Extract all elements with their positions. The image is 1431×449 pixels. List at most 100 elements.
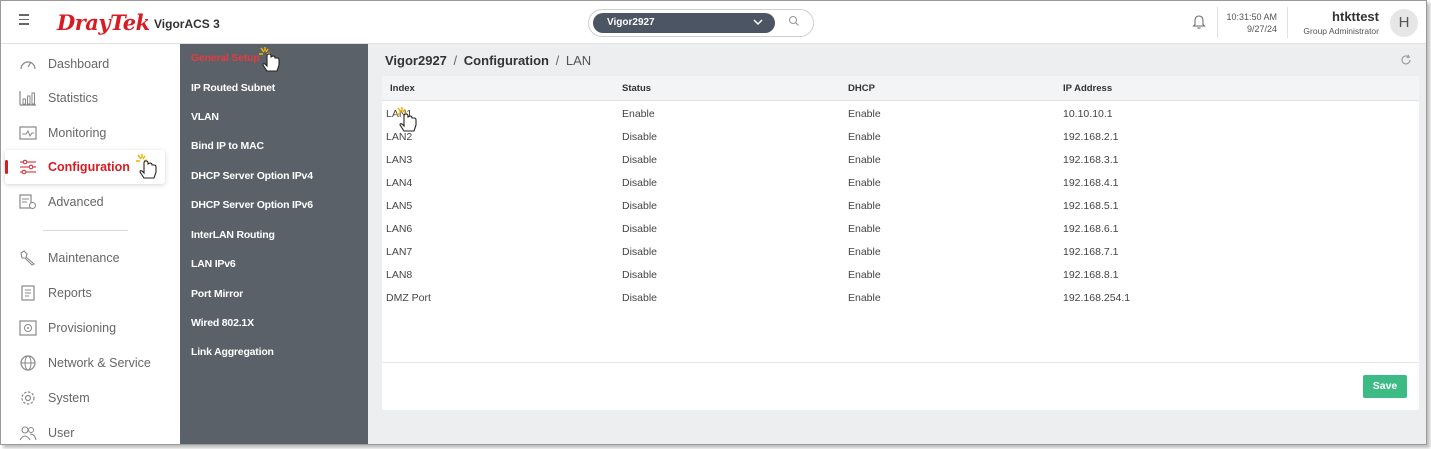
brand-logo: DrayTek — [57, 10, 150, 35]
table-row[interactable]: LAN8 Disable Enable 192.168.8.1 — [382, 264, 1419, 287]
device-selector[interactable]: Vigor2927 — [593, 13, 775, 33]
sidebar-item-dashboard[interactable]: Dashboard — [5, 47, 165, 81]
submenu-item-dhcp-option-ipv6[interactable]: DHCP Server Option IPv6 — [191, 199, 313, 211]
cell-index[interactable]: LAN7 — [386, 246, 412, 258]
cell-dhcp: Enable — [848, 108, 881, 120]
cell-status: Disable — [622, 131, 658, 143]
submenu-item-dhcp-option-ipv4[interactable]: DHCP Server Option IPv4 — [191, 170, 313, 182]
cell-index[interactable]: LAN3 — [386, 154, 412, 166]
cell-index[interactable]: LAN6 — [386, 223, 412, 235]
pointer-cursor-icon — [396, 107, 417, 132]
submenu-item-vlan[interactable]: VLAN — [191, 111, 219, 123]
gear-icon — [21, 391, 35, 405]
submenu-item-interlan-routing[interactable]: InterLAN Routing — [191, 229, 275, 241]
cell-status: Disable — [622, 177, 658, 189]
sidebar-item-provisioning[interactable]: Provisioning — [5, 311, 165, 345]
cell-dhcp: Enable — [848, 177, 881, 189]
clock-time: 10:31:50 AM — [1226, 12, 1277, 22]
cell-dhcp: Enable — [848, 223, 881, 235]
cell-status: Disable — [622, 292, 658, 304]
cell-ip-address: 192.168.5.1 — [1063, 200, 1119, 212]
cell-index[interactable]: LAN4 — [386, 177, 412, 189]
breadcrumb-device[interactable]: Vigor2927 — [385, 53, 447, 68]
chevron-down-icon — [753, 19, 763, 26]
table-row[interactable]: LAN6 Disable Enable 192.168.6.1 — [382, 218, 1419, 241]
table-row[interactable]: LAN1 Enable Enable 10.10.10.1 — [382, 103, 1419, 126]
submenu-item-wired-8021x[interactable]: Wired 802.1X — [191, 317, 254, 329]
sidebar-item-advanced[interactable]: Advanced — [5, 185, 165, 219]
sidebar-item-label: User — [48, 426, 75, 440]
reports-icon — [21, 285, 35, 301]
column-header-status[interactable]: Status — [622, 83, 651, 94]
submenu-item-lan-ipv6[interactable]: LAN IPv6 — [191, 258, 236, 270]
cell-ip-address: 10.10.10.1 — [1063, 108, 1113, 120]
sidebar-item-user[interactable]: User — [5, 416, 165, 444]
column-header-ip-address[interactable]: IP Address — [1063, 83, 1112, 94]
cell-ip-address: 192.168.254.1 — [1063, 292, 1131, 304]
user-info[interactable]: htkttest Group Administrator — [1295, 9, 1379, 37]
app-window: DrayTek VigorACS 3 Vigor2927 10:31:50 AM… — [0, 0, 1427, 445]
provisioning-icon — [19, 320, 37, 336]
header-divider — [1217, 7, 1218, 38]
main-content: Vigor2927 / Configuration / LAN Index St… — [368, 44, 1426, 444]
monitoring-icon — [19, 126, 37, 140]
sidebar-item-maintenance[interactable]: Maintenance — [5, 241, 165, 275]
cell-dhcp: Enable — [848, 200, 881, 212]
user-name: htkttest — [1332, 9, 1379, 24]
device-search-box: Vigor2927 — [588, 9, 814, 37]
save-button[interactable]: Save — [1363, 375, 1407, 398]
column-header-dhcp[interactable]: DHCP — [848, 83, 875, 94]
configuration-icon — [20, 159, 36, 175]
submenu-item-ip-routed-subnet[interactable]: IP Routed Subnet — [191, 82, 275, 94]
sidebar-item-system[interactable]: System — [5, 381, 165, 415]
submenu-item-link-aggregation[interactable]: Link Aggregation — [191, 346, 274, 358]
advanced-icon — [19, 194, 36, 209]
cell-dhcp: Enable — [848, 154, 881, 166]
clock-date: 9/27/24 — [1246, 24, 1277, 34]
sidebar-item-label: Configuration — [48, 160, 130, 174]
cell-ip-address: 192.168.3.1 — [1063, 154, 1119, 166]
sidebar-item-statistics[interactable]: Statistics — [5, 81, 165, 115]
submenu-item-bind-ip-to-mac[interactable]: Bind IP to MAC — [191, 140, 264, 152]
breadcrumb: Vigor2927 / Configuration / LAN — [385, 53, 591, 68]
maintenance-icon — [20, 250, 35, 266]
cell-status: Disable — [622, 154, 658, 166]
dashboard-icon — [20, 61, 36, 70]
sidebar-item-label: Monitoring — [48, 126, 107, 140]
cell-index[interactable]: DMZ Port — [386, 292, 431, 304]
cell-index[interactable]: LAN8 — [386, 269, 412, 281]
cell-status: Disable — [622, 200, 658, 212]
submenu-item-general-setup[interactable]: General Setup — [191, 52, 260, 64]
table-row[interactable]: LAN7 Disable Enable 192.168.7.1 — [382, 241, 1419, 264]
user-role: Group Administrator — [1303, 26, 1379, 36]
sidebar-item-label: Statistics — [48, 91, 99, 105]
sidebar-item-label: System — [48, 391, 90, 405]
search-icon[interactable] — [788, 15, 800, 27]
submenu-item-port-mirror[interactable]: Port Mirror — [191, 288, 243, 300]
table-row[interactable]: LAN2 Disable Enable 192.168.2.1 — [382, 126, 1419, 149]
cell-index[interactable]: LAN5 — [386, 200, 412, 212]
avatar[interactable]: H — [1390, 9, 1418, 37]
bell-icon[interactable] — [1192, 14, 1206, 30]
table-row[interactable]: LAN3 Disable Enable 192.168.3.1 — [382, 149, 1419, 172]
table-row[interactable]: LAN4 Disable Enable 192.168.4.1 — [382, 172, 1419, 195]
table-header: Index Status DHCP IP Address — [382, 76, 1419, 101]
cell-ip-address: 192.168.8.1 — [1063, 269, 1119, 281]
sidebar-item-label: Dashboard — [48, 57, 110, 71]
column-header-index[interactable]: Index — [390, 83, 415, 94]
table-row[interactable]: DMZ Port Disable Enable 192.168.254.1 — [382, 287, 1419, 310]
breadcrumb-section[interactable]: Configuration — [464, 53, 549, 68]
sidebar-item-reports[interactable]: Reports — [5, 276, 165, 310]
breadcrumb-page: LAN — [565, 53, 592, 68]
refresh-icon[interactable] — [1400, 54, 1412, 66]
menu-icon[interactable] — [19, 14, 31, 28]
table-row[interactable]: LAN5 Disable Enable 192.168.5.1 — [382, 195, 1419, 218]
pointer-cursor-icon — [136, 154, 157, 179]
cell-status: Disable — [622, 269, 658, 281]
cell-dhcp: Enable — [848, 269, 881, 281]
sidebar-item-label: Provisioning — [48, 321, 117, 335]
sidebar-item-network-service[interactable]: Network & Service — [5, 346, 165, 380]
pointer-cursor-icon — [259, 47, 280, 72]
sidebar-item-monitoring[interactable]: Monitoring — [5, 116, 165, 150]
clock: 10:31:50 AM 9/27/24 — [1223, 11, 1277, 35]
